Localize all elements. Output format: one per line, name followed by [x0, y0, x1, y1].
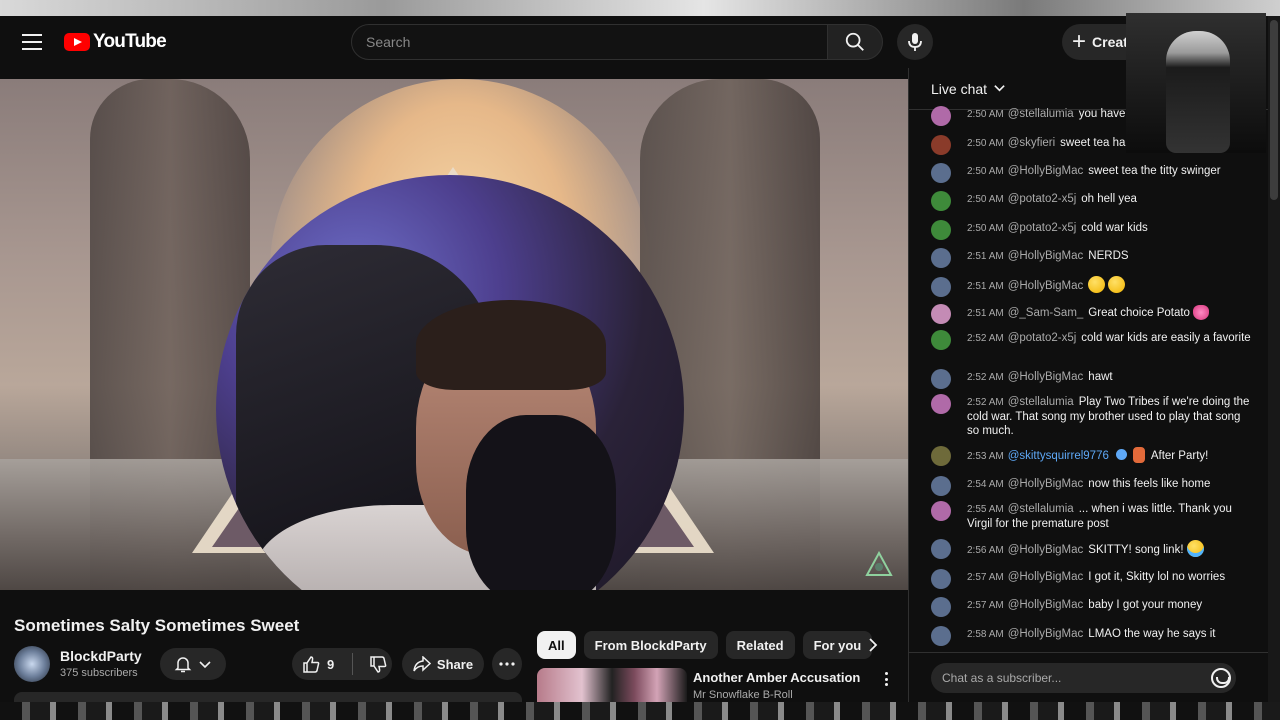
emoji-picker-icon[interactable] — [1211, 668, 1231, 688]
subscriber-count: 375 subscribers — [60, 667, 138, 679]
chevron-right-icon — [869, 638, 878, 652]
thumbs-up-icon[interactable] — [302, 655, 321, 674]
chips-next-button[interactable] — [862, 634, 884, 656]
like-count: 9 — [327, 656, 335, 672]
like-dislike-group: 9 — [292, 648, 392, 680]
chat-avatar[interactable] — [931, 569, 951, 589]
chat-message-list[interactable]: 2:50 AM @stellalumia you have 2:50 AM @skyf… — [909, 103, 1267, 649]
chat-message: 2:51 AM @HollyBigMac NERDS — [931, 248, 1253, 268]
bell-icon — [174, 657, 192, 673]
headset — [466, 415, 616, 590]
recommendation-title[interactable]: Another Amber Accusation — [693, 670, 860, 685]
chat-avatar[interactable] — [931, 369, 951, 389]
chat-message: 2:50 AM @potato2-x5j oh hell yea — [931, 191, 1253, 211]
chat-message: 2:57 AM @HollyBigMac baby I got your money — [931, 597, 1253, 617]
chevron-down-icon — [199, 661, 211, 669]
top-bar: YouTube + Creat — [0, 16, 1280, 68]
chip-related[interactable]: Related — [725, 631, 795, 659]
chat-message: 2:55 AM @stellalumia... when i was little… — [931, 501, 1253, 531]
recommendation-thumbnail[interactable] — [537, 668, 687, 702]
channel-watermark-icon — [865, 551, 893, 576]
channel-avatar[interactable] — [14, 646, 50, 682]
description-box[interactable] — [14, 692, 522, 702]
share-icon — [413, 656, 431, 672]
search-input[interactable] — [352, 25, 827, 59]
more-actions-button[interactable] — [492, 648, 522, 680]
youtube-logo[interactable]: YouTube — [64, 31, 167, 53]
notification-button[interactable] — [160, 648, 226, 680]
voice-search-button[interactable] — [897, 24, 933, 60]
chat-avatar[interactable] — [931, 135, 951, 155]
chat-avatar[interactable] — [931, 220, 951, 240]
chip-all[interactable]: All — [537, 631, 576, 659]
chat-input-area — [909, 652, 1280, 702]
chat-message: 2:52 AM @potato2-x5j cold war kids are eas… — [931, 330, 1253, 350]
chat-message: 2:52 AM @stellalumia Play Two Tribes if we… — [931, 394, 1253, 438]
webcam-person — [1166, 31, 1230, 153]
chat-avatar[interactable] — [931, 476, 951, 496]
video-player[interactable] — [0, 79, 908, 590]
recommendation-channel[interactable]: Mr Snowflake B-Roll — [693, 689, 793, 701]
chevron-down-icon — [994, 85, 1005, 92]
overlay-webcam-video — [1126, 13, 1266, 153]
chat-avatar[interactable] — [931, 304, 951, 324]
plus-icon: + — [1072, 28, 1087, 55]
chat-message: 2:53 AM @skittysquirrel9776 After Party! — [931, 446, 1253, 466]
chat-avatar[interactable] — [931, 330, 951, 350]
chat-message: 2:51 AM @_Sam-Sam_ Great choice Potato — [931, 304, 1253, 324]
chat-avatar[interactable] — [931, 501, 951, 521]
verified-badge-icon — [1115, 449, 1127, 460]
chat-message: 2:51 AM @HollyBigMac — [931, 276, 1253, 297]
chat-message: 2:54 AM @HollyBigMac now this feels like h… — [931, 476, 1253, 496]
chat-message: 2:58 AM @HollyBigMac LMAO the way he says … — [931, 626, 1253, 646]
page-scroll-thumb[interactable] — [1270, 20, 1278, 200]
crying-emoji-icon — [1186, 540, 1204, 557]
chat-message: 2:57 AM @HollyBigMac I got it, Skitty lol … — [931, 569, 1253, 589]
search-button[interactable] — [827, 24, 883, 60]
kissing-emoji-icon — [1108, 276, 1126, 293]
menu-icon[interactable] — [22, 34, 42, 50]
youtube-play-icon — [64, 33, 90, 51]
chat-avatar[interactable] — [931, 248, 951, 268]
party-icon — [1133, 447, 1146, 463]
search-icon — [845, 32, 864, 51]
smirk-emoji-icon — [1088, 276, 1106, 293]
live-chat-title: Live chat — [931, 80, 988, 97]
thumbs-down-icon[interactable] — [369, 655, 388, 674]
chat-message: 2:56 AM @HollyBigMac SKITTY! song link! — [931, 539, 1253, 559]
share-label: Share — [436, 656, 474, 672]
chat-avatar[interactable] — [931, 191, 951, 211]
sparkling-heart-icon — [1193, 305, 1210, 320]
browser-frame-top — [0, 0, 1280, 16]
search-box — [351, 24, 828, 60]
microphone-icon — [908, 33, 922, 51]
chip-from-channel[interactable]: From BlockdParty — [583, 631, 718, 659]
chat-input-box — [931, 663, 1236, 693]
create-label: Creat — [1092, 34, 1128, 50]
chat-avatar[interactable] — [931, 597, 951, 617]
recommendation-filter-chips: All From BlockdParty Related For you — [537, 631, 873, 659]
video-title: Sometimes Salty Sometimes Sweet — [14, 616, 300, 635]
chat-avatar[interactable] — [931, 277, 951, 297]
more-horizontal-icon — [499, 662, 515, 666]
chat-avatar[interactable] — [931, 163, 951, 183]
recommendation-more-icon[interactable] — [878, 670, 894, 688]
chat-avatar[interactable] — [931, 106, 951, 126]
chat-message: 2:52 AM @HollyBigMac hawt — [931, 369, 1253, 389]
chat-avatar[interactable] — [931, 626, 951, 646]
chat-input[interactable] — [931, 663, 1236, 693]
page-scrollbar[interactable] — [1268, 16, 1280, 702]
chat-avatar[interactable] — [931, 539, 951, 559]
share-button[interactable]: Share — [402, 648, 484, 680]
chat-message: 2:50 AM @potato2-x5j cold war kids — [931, 220, 1253, 240]
channel-name[interactable]: BlockdParty — [60, 648, 142, 664]
chat-message: 2:50 AM @HollyBigMac sweet tea the titty s… — [931, 163, 1253, 183]
chat-avatar[interactable] — [931, 394, 951, 414]
browser-frame-bottom — [0, 702, 1280, 720]
streamer-hair — [416, 300, 606, 390]
chat-avatar[interactable] — [931, 446, 951, 466]
like-divider — [352, 653, 354, 675]
live-chat-panel: Live chat 2:50 AM @stellalumia you have 2:… — [908, 68, 1280, 702]
logo-text: YouTube — [93, 31, 167, 52]
